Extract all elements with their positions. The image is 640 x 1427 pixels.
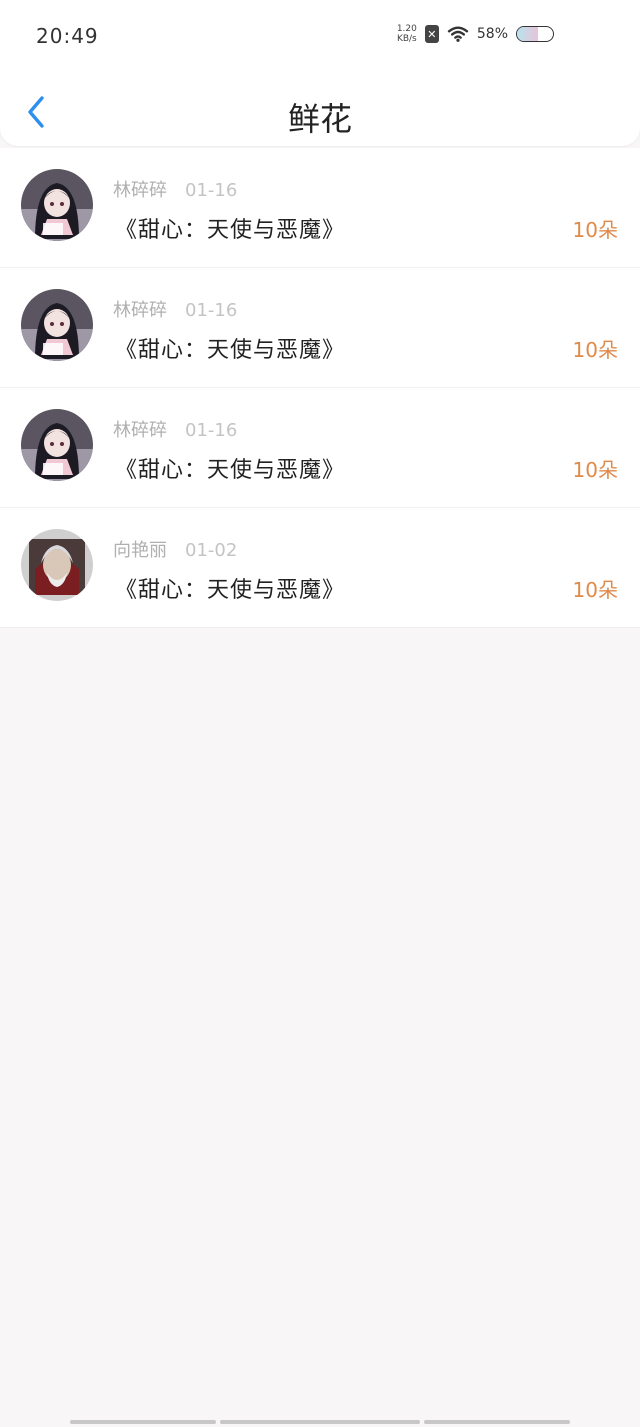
book-title: 《甜心：天使与恶魔》 xyxy=(115,338,346,363)
row-date: 01-16 xyxy=(185,420,238,441)
avatar-elder-image xyxy=(21,529,93,601)
flower-count: 10朵 xyxy=(572,218,618,242)
status-time: 20:49 xyxy=(36,24,99,48)
row-meta: 林碎碎 01-16 xyxy=(113,176,237,202)
flower-count: 10朵 xyxy=(572,338,618,362)
row-date: 01-02 xyxy=(185,540,238,561)
top-header: 20:49 1.20 KB/s ✕ 58% 鲜花 xyxy=(0,0,640,146)
nav-gesture-bar xyxy=(220,1420,420,1424)
wifi-icon xyxy=(447,26,469,42)
net-speed: 1.20 KB/s xyxy=(396,24,417,44)
list-item[interactable]: 林碎碎 01-16 《甜心：天使与恶魔》 10朵 xyxy=(0,388,640,508)
avatar[interactable] xyxy=(21,169,93,241)
status-icons: 1.20 KB/s ✕ 58% xyxy=(397,24,554,44)
battery-percent: 58% xyxy=(476,26,508,42)
avatar-girl-image xyxy=(21,289,93,361)
flower-count: 10朵 xyxy=(572,578,618,602)
nav-gesture-bar xyxy=(70,1420,216,1424)
list-item[interactable]: 林碎碎 01-16 《甜心：天使与恶魔》 10朵 xyxy=(0,148,640,268)
avatar-girl-image xyxy=(21,409,93,481)
page-title: 鲜花 xyxy=(287,100,352,138)
book-title: 《甜心：天使与恶魔》 xyxy=(115,458,346,483)
list-item[interactable]: 向艳丽 01-02 《甜心：天使与恶魔》 10朵 xyxy=(0,508,640,628)
flower-list: 林碎碎 01-16 《甜心：天使与恶魔》 10朵 林碎碎 01-16 《甜心：天使与… xyxy=(0,148,640,628)
sim-off-icon: ✕ xyxy=(424,25,439,43)
row-meta: 林碎碎 01-16 xyxy=(113,416,237,442)
user-name: 向艳丽 xyxy=(113,540,167,561)
avatar-girl-image xyxy=(21,169,93,241)
list-item[interactable]: 林碎碎 01-16 《甜心：天使与恶魔》 10朵 xyxy=(0,268,640,388)
row-date: 01-16 xyxy=(185,180,238,201)
flower-count: 10朵 xyxy=(572,458,618,482)
battery-fill xyxy=(517,27,538,41)
nav-gesture-bar xyxy=(424,1420,570,1424)
book-title: 《甜心：天使与恶魔》 xyxy=(115,218,346,243)
avatar[interactable] xyxy=(21,289,93,361)
book-title: 《甜心：天使与恶魔》 xyxy=(115,578,346,603)
row-meta: 向艳丽 01-02 xyxy=(113,536,237,562)
user-name: 林碎碎 xyxy=(113,180,167,201)
user-name: 林碎碎 xyxy=(113,300,167,321)
row-meta: 林碎碎 01-16 xyxy=(113,296,237,322)
avatar[interactable] xyxy=(21,409,93,481)
user-name: 林碎碎 xyxy=(113,420,167,441)
avatar[interactable] xyxy=(21,529,93,601)
row-date: 01-16 xyxy=(185,300,238,321)
battery-icon xyxy=(516,26,554,42)
